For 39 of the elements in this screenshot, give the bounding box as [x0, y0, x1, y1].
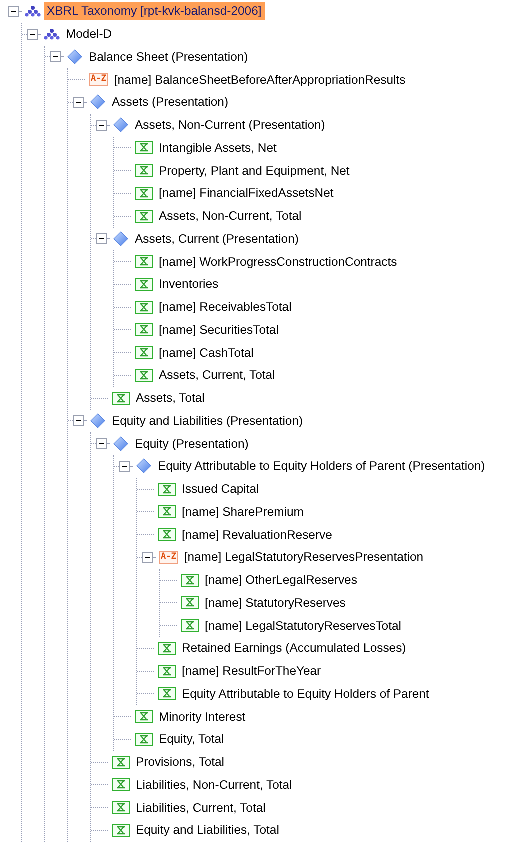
tree-item[interactable]: [name] CashTotal: [156, 344, 257, 362]
tree-item[interactable]: Liabilities, Non-Current, Total: [133, 776, 296, 794]
tree-item[interactable]: [name] RevaluationReserve: [179, 526, 336, 544]
tree-item[interactable]: Intangible Assets, Net: [156, 138, 280, 157]
tree-item[interactable]: Equity Attributable to Equity Holders of Parent (Presentation): [155, 457, 488, 476]
tree-item[interactable]: [name] ResultForTheYear: [179, 662, 324, 680]
tree-item[interactable]: [name] OtherLegalReserves: [202, 571, 360, 590]
tree-item[interactable]: Equity Attributable to Equity Holders of Parent: [179, 684, 432, 703]
tree-item[interactable]: [name] ReceivablesTotal: [156, 298, 295, 316]
tree-item[interactable]: Equity and Liabilities, Total: [133, 821, 282, 840]
tree-item[interactable]: [name] FinancialFixedAssetsNet: [156, 184, 337, 202]
tree-item[interactable]: Retained Earnings (Accumulated Losses): [179, 639, 410, 658]
tree-item[interactable]: Equity, Total: [156, 730, 228, 748]
tree-item[interactable]: Assets, Non-Current (Presentation): [132, 116, 328, 134]
tree-item[interactable]: Issued Capital: [179, 480, 262, 498]
tree-item[interactable]: [name] SharePremium: [179, 502, 307, 521]
tree-item[interactable]: [name] LegalStatutoryReservesTotal: [202, 616, 404, 635]
tree-item[interactable]: Equity and Liabilities (Presentation): [109, 412, 306, 430]
tree-item[interactable]: [name] StatutoryReserves: [202, 594, 349, 612]
tree-item[interactable]: Model-D: [63, 25, 116, 44]
tree-item[interactable]: Assets, Current, Total: [156, 366, 278, 384]
tree-item[interactable]: Assets, Non-Current, Total: [156, 207, 305, 226]
tree-item[interactable]: Balance Sheet (Presentation): [86, 48, 252, 66]
tree-item[interactable]: Assets (Presentation): [109, 93, 232, 112]
tree-item[interactable]: Equity (Presentation): [132, 434, 252, 453]
tree-item[interactable]: Provisions, Total: [133, 753, 228, 772]
az-badge: A-Z: [159, 550, 178, 564]
tree-item[interactable]: Assets, Current (Presentation): [132, 230, 302, 248]
tree-item[interactable]: Property, Plant and Equipment, Net: [156, 162, 353, 180]
tree-item[interactable]: Liabilities, Current, Total: [133, 798, 269, 817]
tree-item[interactable]: [name] WorkProgressConstructionContracts: [156, 252, 400, 271]
tree-item[interactable]: [name] BalanceSheetBeforeAfterAppropriationResults: [111, 70, 409, 89]
tree-item[interactable]: Inventories: [156, 275, 222, 294]
tree-item[interactable]: XBRL Taxonomy [rpt-kvk-balansd-2006]: [44, 2, 265, 20]
tree-item[interactable]: [name] LegalStatutoryReservesPresentation: [181, 548, 427, 566]
tree-item[interactable]: Minority Interest: [156, 708, 249, 726]
tree-item[interactable]: Assets, Total: [133, 389, 208, 408]
tree-item[interactable]: [name] SecuritiesTotal: [156, 320, 282, 339]
az-badge: A-Z: [89, 73, 108, 86]
